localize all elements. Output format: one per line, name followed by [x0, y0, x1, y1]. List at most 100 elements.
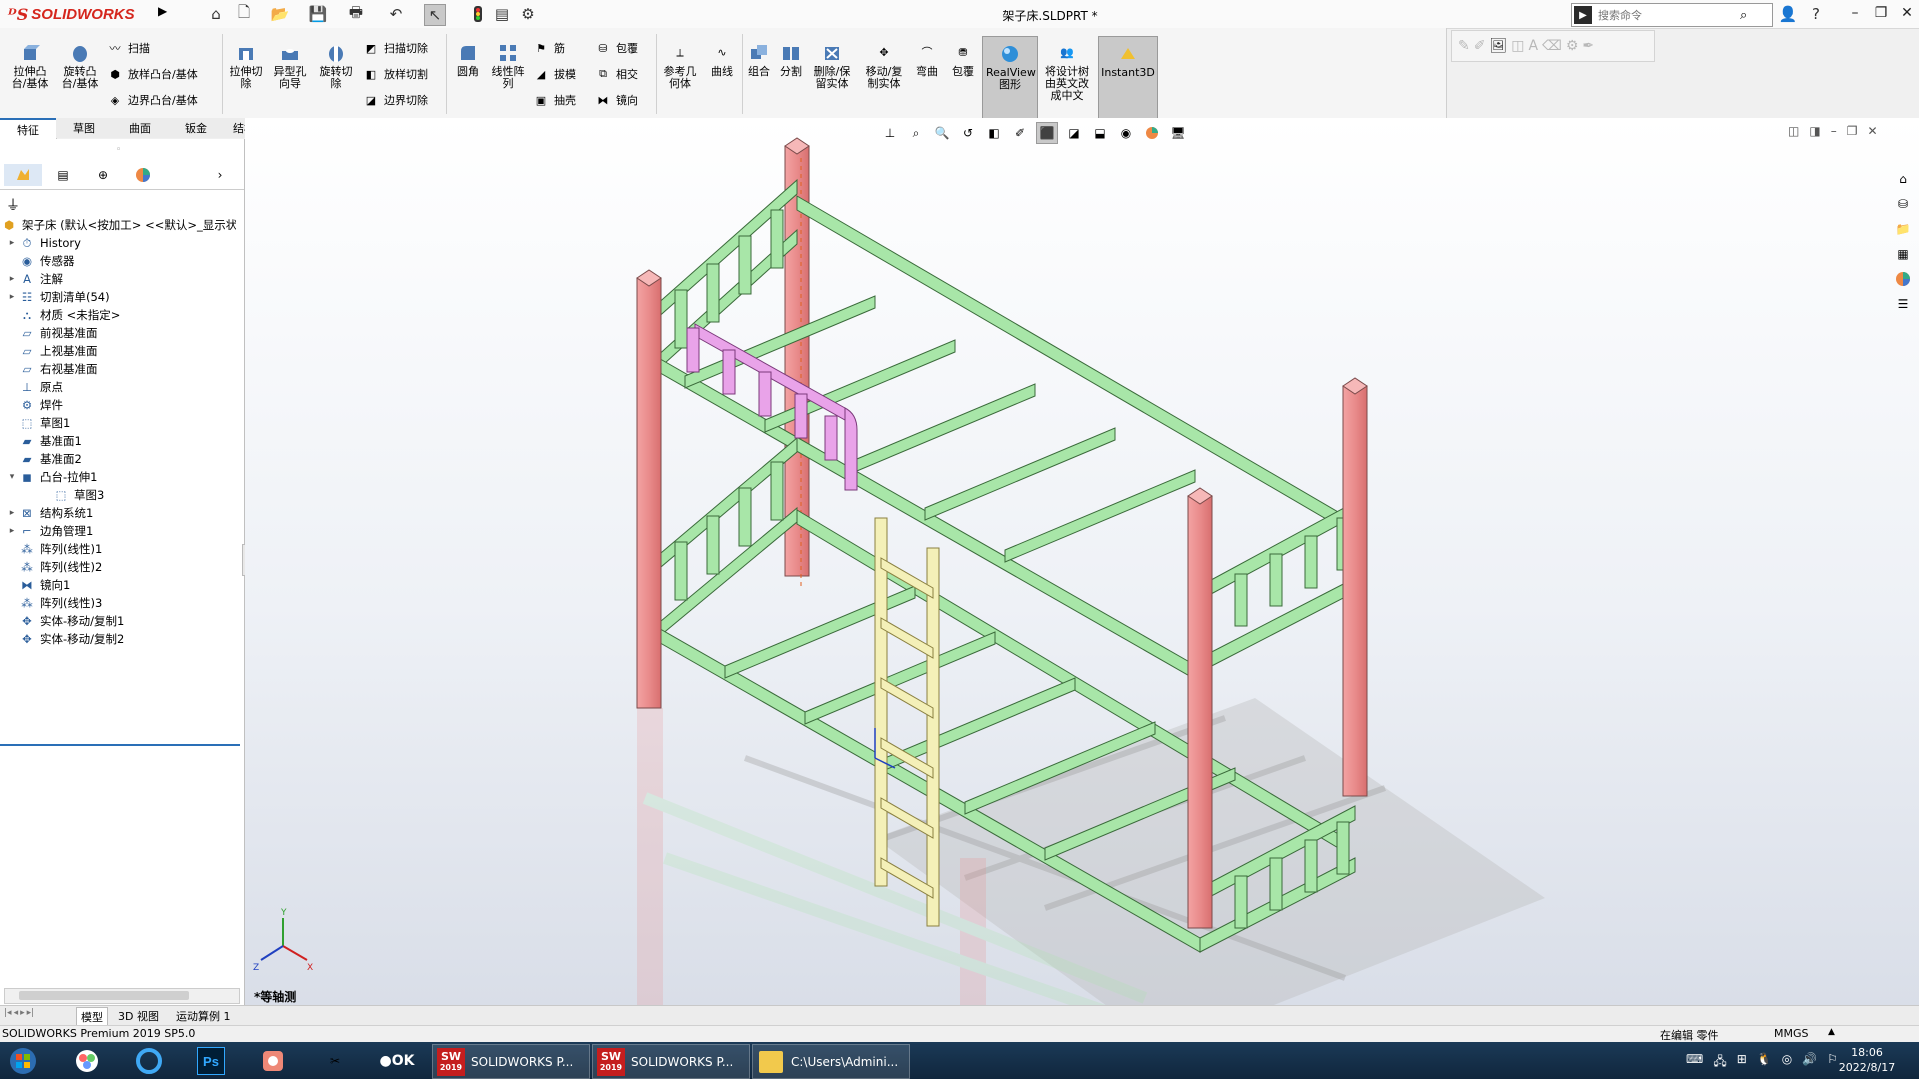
realview-button[interactable]: RealView图形	[982, 36, 1038, 120]
expand-toggle-icon[interactable]: ▸	[6, 508, 18, 518]
file-properties-icon[interactable]: ▤	[492, 4, 512, 24]
tree-item[interactable]: ⛬ 材质 <未指定>	[0, 305, 250, 325]
menu-expand-icon[interactable]: ▶	[158, 4, 167, 18]
move-copy-body-button[interactable]: ✥ 移动/复制实体	[860, 42, 908, 90]
revolve-cut-button[interactable]: 旋转切除	[316, 42, 356, 90]
wrap-button[interactable]: ⛁ 包覆	[594, 38, 638, 58]
extrude-boss-button[interactable]: 拉伸凸台/基体	[8, 42, 52, 90]
draft-button[interactable]: ◢ 拔模	[532, 64, 576, 84]
apply-scene-icon[interactable]: ◉	[1116, 123, 1136, 143]
tree-item[interactable]: ⚙ 焊件	[0, 395, 250, 415]
ink-shape-icon[interactable]: ◫	[1511, 38, 1524, 54]
ink-text-icon[interactable]: A	[1528, 38, 1538, 54]
extrude-cut-button[interactable]: 拉伸切除	[226, 42, 266, 90]
tray-volume-icon[interactable]: 🔊	[1802, 1052, 1817, 1073]
previous-view-icon[interactable]: ↺	[958, 123, 978, 143]
tree-item[interactable]: ▸ A 注解	[0, 269, 250, 289]
boundary-boss-button[interactable]: ◈ 边界凸台/基体	[106, 90, 198, 110]
user-account-icon[interactable]: 👤	[1778, 4, 1798, 24]
hole-wizard-button[interactable]: 异型孔向导	[270, 42, 310, 90]
tray-windows-icon[interactable]: ⊞	[1737, 1052, 1747, 1073]
tree-item[interactable]: ▸ ⌐ 边角管理1	[0, 521, 250, 541]
view-orientation-icon[interactable]: ⊥	[880, 123, 900, 143]
loft-boss-button[interactable]: ⬢ 放样凸台/基体	[106, 64, 198, 84]
taskbar-explorer-window[interactable]: C:\Users\Admini...	[752, 1044, 910, 1079]
instant3d-button[interactable]: Instant3D	[1098, 36, 1158, 120]
viewport-next-icon[interactable]: ◨	[1809, 124, 1820, 138]
appearances-icon[interactable]	[1892, 268, 1914, 290]
tree-item[interactable]: ⧓ 镜向1	[0, 575, 250, 595]
unit-dropdown-icon[interactable]: ▲	[1828, 1027, 1835, 1037]
tab-features[interactable]: 特征	[0, 118, 57, 139]
restore-button[interactable]: ❐	[1868, 2, 1894, 24]
ink-image-icon[interactable]: 🖼	[1489, 38, 1507, 54]
taskbar-clock[interactable]: 18:06 2022/8/17	[1832, 1045, 1902, 1075]
ink-erase-icon[interactable]: ⌫	[1542, 38, 1562, 54]
tree-item[interactable]: ▰ 基准面1	[0, 431, 250, 451]
ink-icon[interactable]: ✎	[1458, 38, 1470, 54]
snipping-tool-icon[interactable]: ✂	[316, 1045, 354, 1077]
tab-navigation-arrows[interactable]: |◂ ◂ ▸ ▸|	[4, 1008, 34, 1018]
display-style-icon[interactable]: ⬛	[1036, 122, 1058, 144]
browser-icon[interactable]	[130, 1045, 168, 1077]
home-icon[interactable]: ⌂	[206, 4, 226, 24]
ink-settings-icon[interactable]: ⚙	[1566, 38, 1579, 54]
next-tab-icon[interactable]: ▸	[20, 1008, 25, 1018]
sweep-cut-button[interactable]: ◩ 扫描切除	[362, 38, 428, 58]
hide-show-items-icon[interactable]: ◪	[1064, 123, 1084, 143]
edit-appearance-icon[interactable]: ⬓	[1090, 123, 1110, 143]
select-icon[interactable]: ↖	[424, 4, 446, 26]
options-gear-icon[interactable]: ⚙	[518, 4, 538, 24]
tree-root-part[interactable]: ⬢ 架子床 (默认<按加工> <<默认>_显示状	[0, 215, 244, 235]
tree-item[interactable]: ▱ 前视基准面	[0, 323, 250, 343]
panel-splitter-icon[interactable]: ◦	[116, 145, 121, 155]
display-manager-tab-icon[interactable]	[124, 164, 162, 186]
tree-item[interactable]: ✥ 实体-移动/复制2	[0, 629, 250, 649]
tree-item[interactable]: ⁂ 阵列(线性)1	[0, 539, 250, 559]
combine-button[interactable]: 组合	[744, 42, 774, 78]
print-icon[interactable]: 🖶	[346, 3, 366, 24]
tab-item-1[interactable]: 草图	[56, 118, 113, 138]
tray-app-icon[interactable]: ◎	[1782, 1052, 1792, 1073]
undo-icon[interactable]: ↶	[386, 4, 406, 24]
revolve-boss-button[interactable]: 旋转凸台/基体	[58, 42, 102, 90]
tree-item[interactable]: ⬚ 草图1	[0, 413, 250, 433]
solidworks-logo[interactable]: ᴰS SOLIDWORKS	[8, 2, 158, 26]
media-app-icon[interactable]	[254, 1045, 292, 1077]
tab-3d-views[interactable]: 3D 视图	[114, 1007, 163, 1025]
flex-button[interactable]: ⌒ 弯曲	[912, 42, 942, 78]
zoom-to-fit-icon[interactable]: ⌕	[906, 123, 926, 143]
sweep-button[interactable]: 〰扫描	[106, 38, 151, 58]
open-icon[interactable]: 📂	[270, 4, 290, 24]
expand-toggle-icon[interactable]: ▸	[6, 292, 18, 302]
tree-item[interactable]: ▾ ◼ 凸台-拉伸1	[0, 467, 250, 487]
taskbar-solidworks-window-2[interactable]: SW 2019 SOLIDWORKS P...	[592, 1044, 750, 1079]
custom-properties-icon[interactable]: ☰	[1892, 293, 1914, 315]
viewport-close-icon[interactable]: ✕	[1867, 124, 1877, 138]
expand-toggle-icon[interactable]: ▸	[6, 274, 18, 284]
mirror-button[interactable]: ⧓ 镜向	[594, 90, 639, 110]
feature-manager-tab-icon[interactable]	[4, 164, 42, 186]
tab-item-2[interactable]: 曲面	[112, 118, 169, 138]
ok-app-icon[interactable]: ●OK	[378, 1045, 416, 1077]
design-library-icon[interactable]: ⛁	[1892, 193, 1914, 215]
new-document-icon[interactable]: 🗋	[234, 3, 254, 24]
unit-system[interactable]: MMGS	[1774, 1027, 1809, 1040]
curves-button[interactable]: ∿ 曲线	[704, 42, 740, 78]
taskbar-solidworks-window-1[interactable]: SW 2019 SOLIDWORKS P...	[432, 1044, 590, 1079]
rebuild-icon[interactable]	[468, 4, 488, 24]
expand-toggle-icon[interactable]: ▸	[6, 526, 18, 536]
viewport-restore-icon[interactable]: ❐	[1847, 124, 1858, 138]
tree-item[interactable]: ▱ 右视基准面	[0, 359, 250, 379]
property-manager-tab-icon[interactable]: ▤	[44, 164, 82, 186]
viewport-minimize-icon[interactable]: –	[1831, 124, 1837, 138]
ink-pen-icon[interactable]: ✒	[1582, 38, 1594, 54]
intersect-button[interactable]: ⧉ 相交	[594, 64, 638, 84]
tree-item[interactable]: ⬚ 草图3	[0, 485, 284, 505]
save-icon[interactable]: 💾	[308, 4, 328, 24]
search-icon[interactable]: ⌕	[1740, 8, 1747, 23]
translate-tree-button[interactable]: 👥 将设计树由英文改成中文	[1040, 42, 1094, 102]
tree-item[interactable]: ⊥ 原点	[0, 377, 250, 397]
tree-item[interactable]: ▱ 上视基准面	[0, 341, 250, 361]
dynamic-annotation-icon[interactable]: ✐	[1010, 123, 1030, 143]
